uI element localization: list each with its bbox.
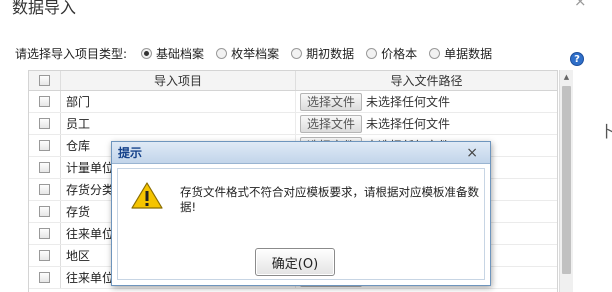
radio-opening-data[interactable]: 期初数据 — [291, 45, 354, 62]
file-status: 未选择任何文件 — [366, 95, 451, 109]
warning-icon — [130, 181, 164, 214]
file-status: 未选择任何文件 — [366, 117, 451, 131]
row-checkbox[interactable] — [39, 162, 50, 173]
row-checkbox[interactable] — [39, 118, 50, 129]
row-item-name: 员工 — [61, 113, 296, 134]
select-all-checkbox[interactable] — [39, 75, 50, 86]
radio-basic-archive[interactable]: 基础档案 — [141, 45, 204, 62]
row-checkbox[interactable] — [39, 272, 50, 283]
row-checkbox-cell — [29, 113, 61, 134]
dialog-title: 数据导入 — [12, 0, 77, 17]
import-type-selector: 请选择导入项目类型: 基础档案 枚举档案 期初数据 价格本 单据数据 — [15, 44, 504, 62]
radio-document-data[interactable]: 单据数据 — [429, 45, 492, 62]
grid-scrollbar[interactable]: ▲ — [559, 70, 573, 292]
row-checkbox-cell — [29, 135, 61, 156]
row-checkbox[interactable] — [39, 96, 50, 107]
column-header-item: 导入项目 — [61, 71, 296, 90]
background-edge-text: 卜 — [600, 122, 612, 141]
modal-close-icon[interactable]: × — [466, 145, 478, 161]
radio-document-data-icon[interactable] — [429, 47, 441, 59]
table-row: 员工 选择文件 未选择任何文件 — [29, 113, 557, 135]
radio-opening-data-icon[interactable] — [291, 47, 303, 59]
column-header-path: 导入文件路径 — [390, 74, 463, 88]
alert-modal: 提示 × 存货文件格式不符合对应模板要求，请根据对应模板准备数据! 确定(O) — [111, 141, 491, 286]
row-checkbox-cell — [29, 201, 61, 222]
import-type-label: 请选择导入项目类型: — [15, 46, 128, 61]
radio-enum-archive-icon[interactable] — [216, 47, 228, 59]
radio-opening-data-label[interactable]: 期初数据 — [306, 45, 354, 62]
radio-price-book-icon[interactable] — [366, 47, 378, 59]
row-checkbox[interactable] — [39, 206, 50, 217]
radio-enum-archive[interactable]: 枚举档案 — [216, 45, 279, 62]
row-item-name: 部门 — [61, 91, 296, 112]
radio-price-book[interactable]: 价格本 — [366, 45, 417, 62]
row-checkbox-cell — [29, 223, 61, 244]
modal-header: 提示 × — [112, 142, 490, 164]
row-file-path: 选择文件未选择任何文件 — [296, 113, 557, 134]
row-file-path: 选择文件未选择任何文件 — [296, 91, 557, 112]
table-row: 部门 选择文件 未选择任何文件 — [29, 91, 557, 113]
dialog-close-icon[interactable]: × — [574, 0, 587, 10]
row-checkbox-cell — [29, 91, 61, 112]
ok-button[interactable]: 确定(O) — [255, 248, 335, 276]
scroll-thumb[interactable] — [562, 86, 571, 274]
help-icon[interactable]: ? — [570, 52, 584, 66]
radio-document-data-label[interactable]: 单据数据 — [444, 45, 492, 62]
row-checkbox-cell — [29, 157, 61, 178]
choose-file-button[interactable]: 选择文件 — [300, 114, 363, 133]
row-checkbox[interactable] — [39, 140, 50, 151]
row-checkbox[interactable] — [39, 228, 50, 239]
choose-file-button[interactable]: 选择文件 — [300, 92, 363, 111]
radio-basic-archive-icon[interactable] — [141, 47, 153, 59]
row-checkbox-cell — [29, 179, 61, 200]
scroll-up-arrow-icon[interactable]: ▲ — [560, 70, 573, 84]
radio-basic-archive-label[interactable]: 基础档案 — [156, 45, 204, 62]
modal-title: 提示 — [118, 146, 143, 160]
modal-message: 存货文件格式不符合对应模板要求，请根据对应模板准备数据! — [180, 185, 479, 214]
radio-price-book-label[interactable]: 价格本 — [381, 45, 417, 62]
radio-enum-archive-label[interactable]: 枚举档案 — [231, 45, 279, 62]
select-all-cell — [29, 71, 61, 90]
row-checkbox-cell — [29, 245, 61, 266]
modal-body: 存货文件格式不符合对应模板要求，请根据对应模板准备数据! 确定(O) — [117, 168, 485, 280]
grid-header: 导入项目 导入文件路径 — [29, 71, 557, 91]
row-checkbox-cell — [29, 267, 61, 288]
row-checkbox[interactable] — [39, 250, 50, 261]
row-checkbox[interactable] — [39, 184, 50, 195]
